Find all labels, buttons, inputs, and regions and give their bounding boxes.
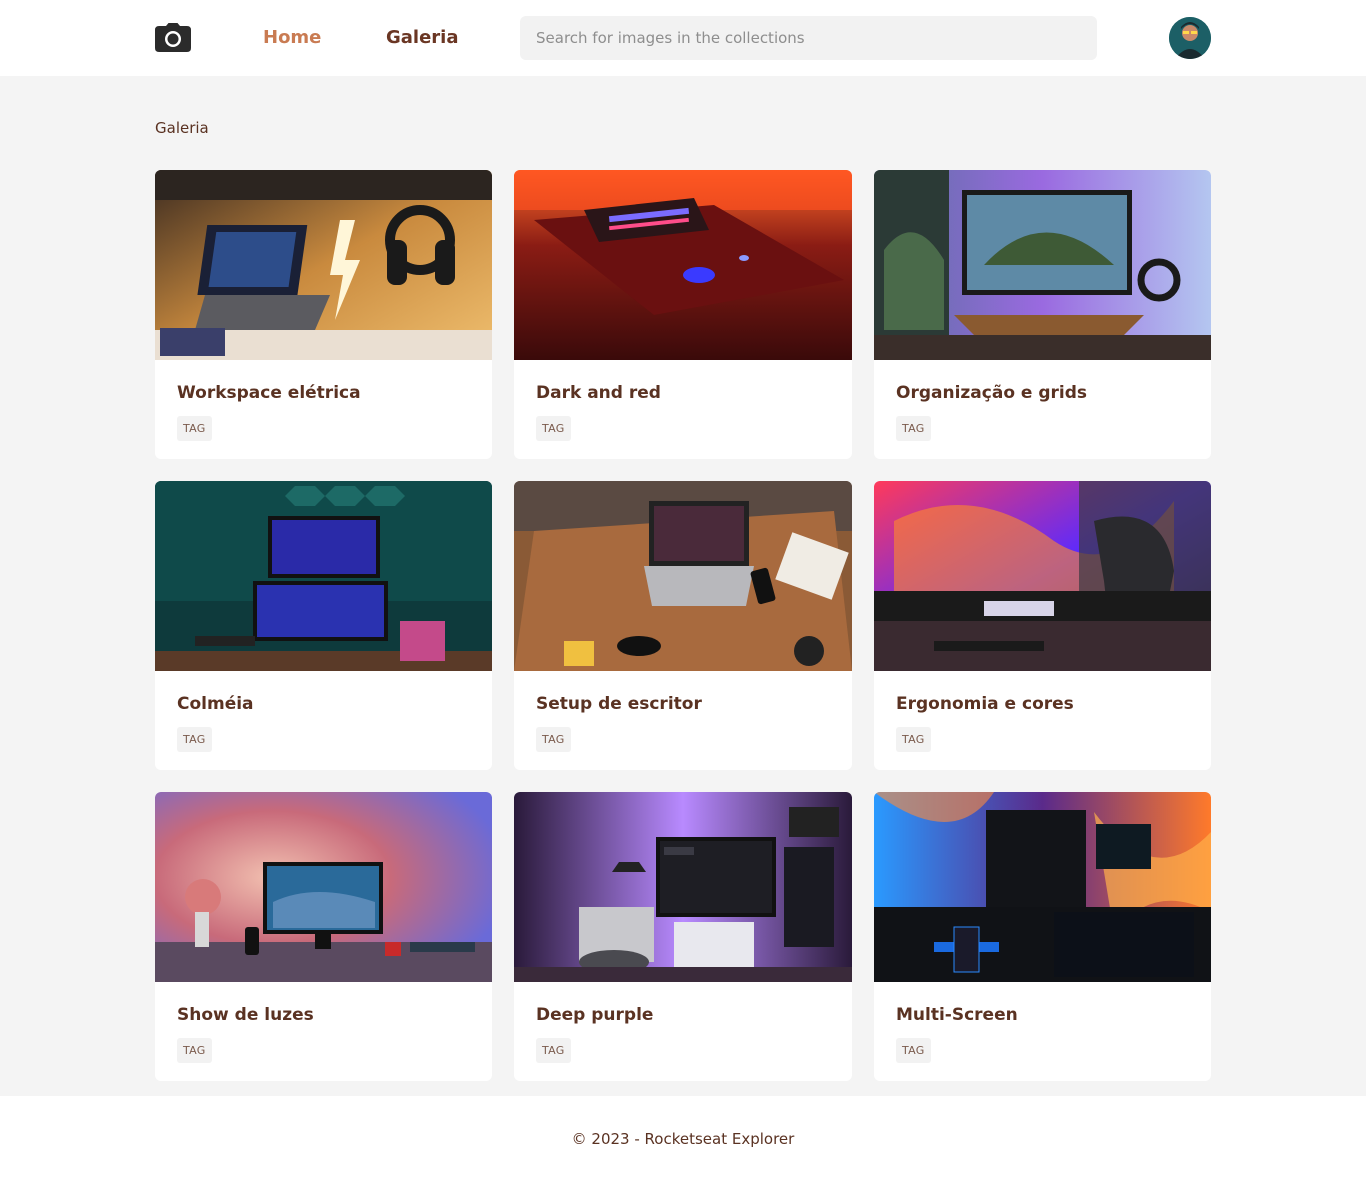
card-tag: TAG	[177, 1038, 212, 1063]
card-image	[155, 792, 492, 982]
gallery-card[interactable]: Setup de escritor TAG	[514, 481, 852, 770]
card-title: Dark and red	[536, 383, 661, 403]
avatar[interactable]	[1169, 17, 1211, 59]
card-tag: TAG	[896, 727, 931, 752]
card-image	[874, 170, 1211, 360]
nav-gallery-link[interactable]: Galeria	[386, 26, 459, 50]
avatar-image	[1169, 17, 1211, 59]
gallery-card[interactable]: Colméia TAG	[155, 481, 492, 770]
card-image	[514, 792, 852, 982]
card-title: Colméia	[177, 694, 254, 714]
card-tag: TAG	[536, 1038, 571, 1063]
card-title: Setup de escritor	[536, 694, 702, 714]
gallery-card[interactable]: Show de luzes TAG	[155, 792, 492, 1081]
card-image	[874, 481, 1211, 671]
gallery-card[interactable]: Workspace elétrica TAG	[155, 170, 492, 459]
card-title: Organização e grids	[896, 383, 1088, 403]
card-title: Deep purple	[536, 1005, 654, 1025]
search-input[interactable]	[520, 16, 1097, 60]
gallery-card[interactable]: Ergonomia e cores TAG	[874, 481, 1211, 770]
card-title: Ergonomia e cores	[896, 694, 1074, 714]
card-image	[514, 481, 852, 671]
card-image	[155, 481, 492, 671]
gallery-card[interactable]: Dark and red TAG	[514, 170, 852, 459]
card-tag: TAG	[896, 416, 931, 441]
card-tag: TAG	[177, 416, 212, 441]
footer-copyright: © 2023 - Rocketseat Explorer	[571, 1130, 795, 1148]
card-image	[874, 792, 1211, 982]
footer: © 2023 - Rocketseat Explorer	[0, 1096, 1366, 1180]
top-navbar: Home Galeria	[0, 0, 1366, 76]
gallery-heading: Galeria	[155, 119, 209, 137]
gallery-card[interactable]: Multi-Screen TAG	[874, 792, 1211, 1081]
card-tag: TAG	[177, 727, 212, 752]
card-tag: TAG	[896, 1038, 931, 1063]
card-title: Multi-Screen	[896, 1005, 1018, 1025]
nav-home-link[interactable]: Home	[263, 26, 321, 50]
card-title: Show de luzes	[177, 1005, 314, 1025]
card-tag: TAG	[536, 727, 571, 752]
camera-icon[interactable]	[155, 23, 191, 52]
gallery-card[interactable]: Deep purple TAG	[514, 792, 852, 1081]
card-image	[155, 170, 492, 360]
gallery-card[interactable]: Organização e grids TAG	[874, 170, 1211, 459]
card-tag: TAG	[536, 416, 571, 441]
card-title: Workspace elétrica	[177, 383, 361, 403]
gallery-grid: Workspace elétrica TAG Dark and red TAG	[155, 170, 1211, 1081]
card-image	[514, 170, 852, 360]
